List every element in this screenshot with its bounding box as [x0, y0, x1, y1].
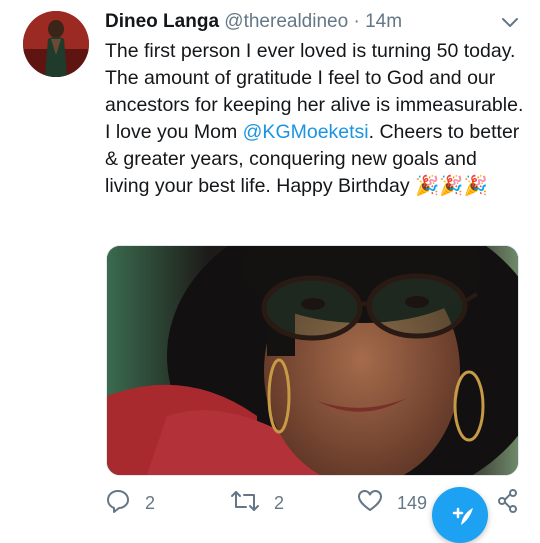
heart-icon — [357, 488, 397, 519]
separator-dot: · — [353, 11, 360, 32]
share-icon — [497, 488, 533, 519]
retweet-button[interactable]: 2 — [230, 488, 284, 519]
mention-link[interactable]: @KGMoeketsi — [243, 121, 369, 143]
like-count: 149 — [397, 493, 428, 513]
tweet-header: Dineo Langa @therealdineo · 14m — [105, 10, 402, 34]
avatar[interactable] — [23, 11, 89, 77]
chevron-down-icon[interactable] — [500, 12, 520, 32]
tweet-text: The first person I ever loved is turning… — [105, 38, 525, 200]
party-popper-emoji: 🎉🎉🎉 — [414, 175, 488, 197]
reply-icon — [105, 488, 145, 519]
compose-tweet-button[interactable] — [432, 487, 488, 543]
author-name[interactable]: Dineo Langa — [105, 11, 219, 32]
share-button[interactable] — [497, 488, 533, 519]
retweet-count: 2 — [274, 493, 285, 513]
reply-button[interactable]: 2 — [105, 488, 155, 519]
tweet-timestamp[interactable]: 14m — [365, 11, 402, 32]
tweet-photo[interactable] — [106, 245, 519, 476]
reply-count: 2 — [145, 493, 156, 513]
compose-tweet-icon — [450, 503, 476, 535]
tweet[interactable]: Dineo Langa @therealdineo · 14m The firs… — [0, 0, 540, 543]
retweet-icon — [230, 488, 274, 519]
like-button[interactable]: 149 — [357, 488, 427, 519]
author-handle[interactable]: @therealdineo — [224, 11, 348, 32]
